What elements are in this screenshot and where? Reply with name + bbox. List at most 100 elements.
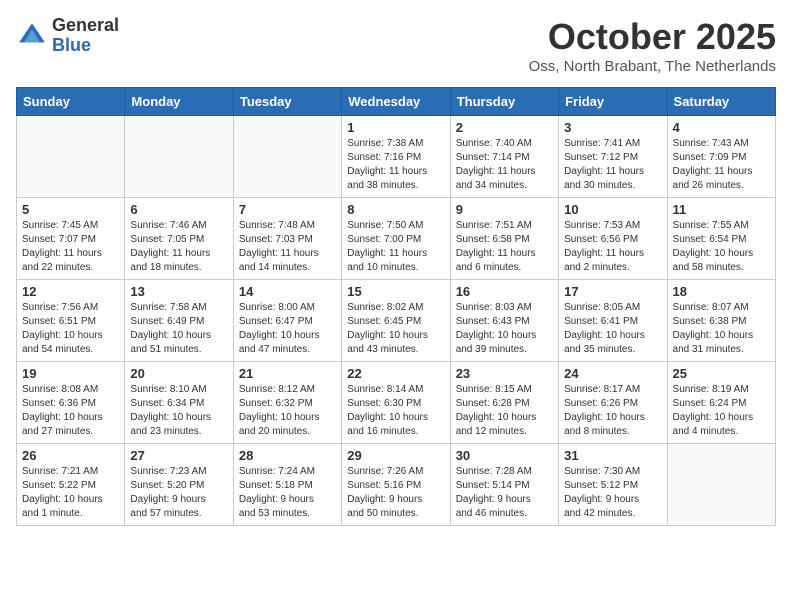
calendar-week-row: 12 Sunrise: 7:56 AM Sunset: 6:51 PM Dayli… <box>17 280 776 362</box>
day-info: Sunrise: 8:12 AM Sunset: 6:32 PM Dayligh… <box>239 383 336 439</box>
day-number: 10 <box>564 202 661 217</box>
calendar-week-row: 26 Sunrise: 7:21 AM Sunset: 5:22 PM Dayli… <box>17 444 776 526</box>
calendar-cell: 15 Sunrise: 8:02 AM Sunset: 6:45 PM Dayli… <box>342 280 450 362</box>
calendar-cell: 26 Sunrise: 7:21 AM Sunset: 5:22 PM Dayli… <box>17 444 125 526</box>
day-number: 6 <box>130 202 227 217</box>
day-number: 15 <box>347 284 444 299</box>
day-info: Sunrise: 8:00 AM Sunset: 6:47 PM Dayligh… <box>239 301 336 357</box>
calendar-cell: 3 Sunrise: 7:41 AM Sunset: 7:12 PM Daylig… <box>559 116 667 198</box>
day-info: Sunrise: 7:46 AM Sunset: 7:05 PM Dayligh… <box>130 219 227 275</box>
day-info: Sunrise: 7:41 AM Sunset: 7:12 PM Dayligh… <box>564 137 661 193</box>
calendar-week-row: 5 Sunrise: 7:45 AM Sunset: 7:07 PM Daylig… <box>17 198 776 280</box>
day-info: Sunrise: 7:50 AM Sunset: 7:00 PM Dayligh… <box>347 219 444 275</box>
day-number: 18 <box>673 284 770 299</box>
calendar-cell: 8 Sunrise: 7:50 AM Sunset: 7:00 PM Daylig… <box>342 198 450 280</box>
calendar-cell: 24 Sunrise: 8:17 AM Sunset: 6:26 PM Dayli… <box>559 362 667 444</box>
day-number: 26 <box>22 448 119 463</box>
calendar-cell: 21Sunrise: 8:12 AM Sunset: 6:32 PM Dayli… <box>233 362 341 444</box>
weekday-header: Thursday <box>450 88 558 116</box>
weekday-header: Monday <box>125 88 233 116</box>
day-number: 19 <box>22 366 119 381</box>
header-row: SundayMondayTuesdayWednesdayThursdayFrid… <box>17 88 776 116</box>
day-number: 22 <box>347 366 444 381</box>
calendar-cell: 11 Sunrise: 7:55 AM Sunset: 6:54 PM Dayli… <box>667 198 775 280</box>
calendar-header: SundayMondayTuesdayWednesdayThursdayFrid… <box>17 88 776 116</box>
day-info: Sunrise: 7:30 AM Sunset: 5:12 PM Dayligh… <box>564 465 661 521</box>
day-number: 24 <box>564 366 661 381</box>
calendar-cell: 7Sunrise: 7:48 AM Sunset: 7:03 PM Daylig… <box>233 198 341 280</box>
calendar-cell: 28 Sunrise: 7:24 AM Sunset: 5:18 PM Dayli… <box>233 444 341 526</box>
calendar-cell <box>233 116 341 198</box>
day-info: Sunrise: 7:56 AM Sunset: 6:51 PM Dayligh… <box>22 301 119 357</box>
day-info: Sunrise: 7:40 AM Sunset: 7:14 PM Dayligh… <box>456 137 553 193</box>
day-number: 9 <box>456 202 553 217</box>
weekday-header: Wednesday <box>342 88 450 116</box>
calendar-cell: 4 Sunrise: 7:43 AM Sunset: 7:09 PM Daylig… <box>667 116 775 198</box>
calendar-cell: 14 Sunrise: 8:00 AM Sunset: 6:47 PM Dayli… <box>233 280 341 362</box>
day-number: 11 <box>673 202 770 217</box>
day-number: 27 <box>130 448 227 463</box>
location: Oss, North Brabant, The Netherlands <box>529 58 776 75</box>
calendar-cell: 30Sunrise: 7:28 AM Sunset: 5:14 PM Dayli… <box>450 444 558 526</box>
calendar-cell: 27Sunrise: 7:23 AM Sunset: 5:20 PM Dayli… <box>125 444 233 526</box>
day-number: 14 <box>239 284 336 299</box>
day-info: Sunrise: 7:43 AM Sunset: 7:09 PM Dayligh… <box>673 137 770 193</box>
day-number: 25 <box>673 366 770 381</box>
calendar-cell: 5 Sunrise: 7:45 AM Sunset: 7:07 PM Daylig… <box>17 198 125 280</box>
day-info: Sunrise: 8:08 AM Sunset: 6:36 PM Dayligh… <box>22 383 119 439</box>
title-block: October 2025 Oss, North Brabant, The Net… <box>529 16 776 75</box>
day-info: Sunrise: 7:58 AM Sunset: 6:49 PM Dayligh… <box>130 301 227 357</box>
day-info: Sunrise: 7:21 AM Sunset: 5:22 PM Dayligh… <box>22 465 119 521</box>
day-info: Sunrise: 8:17 AM Sunset: 6:26 PM Dayligh… <box>564 383 661 439</box>
day-number: 17 <box>564 284 661 299</box>
month-title: October 2025 <box>529 16 776 58</box>
day-number: 2 <box>456 120 553 135</box>
calendar-cell: 1Sunrise: 7:38 AM Sunset: 7:16 PM Daylig… <box>342 116 450 198</box>
day-number: 13 <box>130 284 227 299</box>
calendar-cell: 22 Sunrise: 8:14 AM Sunset: 6:30 PM Dayli… <box>342 362 450 444</box>
calendar-cell: 12 Sunrise: 7:56 AM Sunset: 6:51 PM Dayli… <box>17 280 125 362</box>
day-info: Sunrise: 7:28 AM Sunset: 5:14 PM Dayligh… <box>456 465 553 521</box>
day-number: 29 <box>347 448 444 463</box>
day-info: Sunrise: 8:14 AM Sunset: 6:30 PM Dayligh… <box>347 383 444 439</box>
day-number: 8 <box>347 202 444 217</box>
calendar-cell: 29 Sunrise: 7:26 AM Sunset: 5:16 PM Dayli… <box>342 444 450 526</box>
calendar-cell: 19 Sunrise: 8:08 AM Sunset: 6:36 PM Dayli… <box>17 362 125 444</box>
day-info: Sunrise: 7:26 AM Sunset: 5:16 PM Dayligh… <box>347 465 444 521</box>
day-number: 12 <box>22 284 119 299</box>
day-info: Sunrise: 7:53 AM Sunset: 6:56 PM Dayligh… <box>564 219 661 275</box>
day-number: 28 <box>239 448 336 463</box>
weekday-header: Tuesday <box>233 88 341 116</box>
day-info: Sunrise: 8:03 AM Sunset: 6:43 PM Dayligh… <box>456 301 553 357</box>
day-number: 31 <box>564 448 661 463</box>
logo-blue: Blue <box>52 36 119 56</box>
calendar-cell: 10 Sunrise: 7:53 AM Sunset: 6:56 PM Dayli… <box>559 198 667 280</box>
day-number: 5 <box>22 202 119 217</box>
day-number: 1 <box>347 120 444 135</box>
day-info: Sunrise: 8:10 AM Sunset: 6:34 PM Dayligh… <box>130 383 227 439</box>
day-number: 20 <box>130 366 227 381</box>
day-info: Sunrise: 7:51 AM Sunset: 6:58 PM Dayligh… <box>456 219 553 275</box>
calendar-cell: 17 Sunrise: 8:05 AM Sunset: 6:41 PM Dayli… <box>559 280 667 362</box>
calendar-cell: 31 Sunrise: 7:30 AM Sunset: 5:12 PM Dayli… <box>559 444 667 526</box>
day-number: 4 <box>673 120 770 135</box>
calendar-cell: 2 Sunrise: 7:40 AM Sunset: 7:14 PM Daylig… <box>450 116 558 198</box>
calendar: SundayMondayTuesdayWednesdayThursdayFrid… <box>16 87 776 526</box>
day-info: Sunrise: 7:24 AM Sunset: 5:18 PM Dayligh… <box>239 465 336 521</box>
day-info: Sunrise: 8:05 AM Sunset: 6:41 PM Dayligh… <box>564 301 661 357</box>
calendar-cell: 20 Sunrise: 8:10 AM Sunset: 6:34 PM Dayli… <box>125 362 233 444</box>
calendar-body: 1Sunrise: 7:38 AM Sunset: 7:16 PM Daylig… <box>17 116 776 526</box>
calendar-cell: 13 Sunrise: 7:58 AM Sunset: 6:49 PM Dayli… <box>125 280 233 362</box>
calendar-cell <box>125 116 233 198</box>
calendar-week-row: 1Sunrise: 7:38 AM Sunset: 7:16 PM Daylig… <box>17 116 776 198</box>
day-number: 3 <box>564 120 661 135</box>
day-number: 16 <box>456 284 553 299</box>
calendar-cell: 25Sunrise: 8:19 AM Sunset: 6:24 PM Dayli… <box>667 362 775 444</box>
day-info: Sunrise: 7:45 AM Sunset: 7:07 PM Dayligh… <box>22 219 119 275</box>
calendar-cell: 18 Sunrise: 8:07 AM Sunset: 6:38 PM Dayli… <box>667 280 775 362</box>
day-info: Sunrise: 8:07 AM Sunset: 6:38 PM Dayligh… <box>673 301 770 357</box>
weekday-header: Sunday <box>17 88 125 116</box>
day-info: Sunrise: 7:55 AM Sunset: 6:54 PM Dayligh… <box>673 219 770 275</box>
day-info: Sunrise: 8:02 AM Sunset: 6:45 PM Dayligh… <box>347 301 444 357</box>
logo-general: General <box>52 16 119 36</box>
